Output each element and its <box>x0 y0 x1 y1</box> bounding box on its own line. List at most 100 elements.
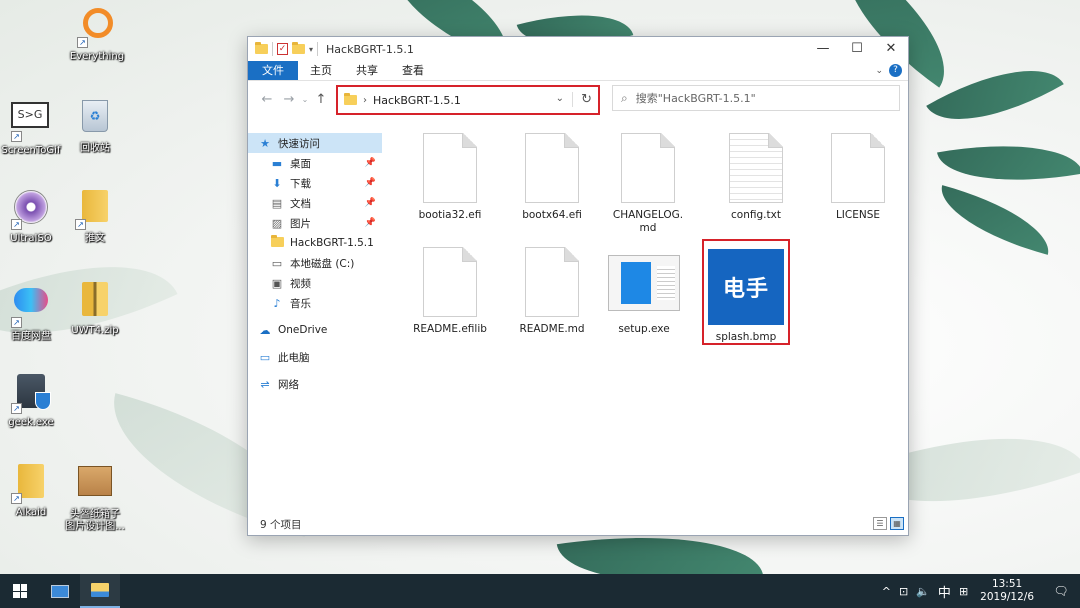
sidebar-item-onedrive[interactable]: ☁ OneDrive <box>248 320 382 340</box>
zip-folder-icon <box>82 282 108 316</box>
search-input[interactable]: ⌕ 搜索"HackBGRT-1.5.1" <box>612 85 900 111</box>
tab-share[interactable]: 共享 <box>344 61 390 80</box>
desktop-icon-label: Everything <box>69 51 125 62</box>
computer-icon: ▭ <box>259 350 271 364</box>
refresh-icon[interactable]: ↻ <box>572 92 592 107</box>
maximize-button[interactable]: ☐ <box>840 37 874 61</box>
taskbar-app-file-explorer[interactable] <box>80 574 120 608</box>
file-item-setup[interactable]: setup.exe <box>598 247 690 336</box>
explorer-pc-icon <box>51 584 69 598</box>
volume-icon[interactable]: 🔈 <box>916 585 930 598</box>
start-button[interactable] <box>0 574 40 608</box>
magnifier-orange-icon <box>83 8 113 38</box>
file-blank-icon <box>621 133 675 203</box>
pin-icon: 📌 <box>364 158 376 168</box>
tab-view[interactable]: 查看 <box>390 61 436 80</box>
download-arrow-icon: ⬇ <box>272 176 282 190</box>
up-arrow-icon[interactable]: ↑ <box>310 92 332 107</box>
desktop-icon-label: 百度网盘 <box>11 331 51 342</box>
sidebar-item-music[interactable]: ♪ 音乐 <box>248 293 382 313</box>
text-file-icon <box>729 133 783 203</box>
recycle-bin-icon: ♻ <box>82 100 108 132</box>
desktop-icon-everything[interactable]: ↗ Everything <box>66 6 128 63</box>
music-note-icon: ♪ <box>273 296 281 310</box>
box-icon <box>78 466 112 496</box>
ime-indicator[interactable]: 中 <box>938 582 951 601</box>
sidebar-item-downloads[interactable]: ⬇ 下载 📌 <box>248 173 382 193</box>
sidebar-item-pictures[interactable]: ▨ 图片 📌 <box>248 213 382 233</box>
sidebar-item-desktop[interactable]: ▬ 桌面 📌 <box>248 153 382 173</box>
video-icon: ▣ <box>271 276 283 290</box>
file-item-readme-md[interactable]: README.md <box>506 247 598 336</box>
sidebar-item-local-disk[interactable]: ▭ 本地磁盘 (C:) <box>248 253 382 273</box>
show-hidden-icons-icon[interactable]: ^ <box>882 585 891 598</box>
back-arrow-icon[interactable]: ← <box>256 92 278 107</box>
pin-icon: 📌 <box>364 198 376 208</box>
picture-icon: ▨ <box>271 216 283 230</box>
breadcrumb-chevron-icon[interactable]: › <box>363 95 367 106</box>
tab-home[interactable]: 主页 <box>298 61 344 80</box>
desktop-icon-label: geek.exe <box>8 417 54 428</box>
action-center-icon[interactable]: 🗨 <box>1046 584 1076 598</box>
file-item-splash[interactable]: 电手 splash.bmp <box>700 245 792 344</box>
splash-bmp-thumbnail: 电手 <box>708 249 784 325</box>
sidebar-item-documents[interactable]: ▤ 文档 📌 <box>248 193 382 213</box>
close-button[interactable]: ✕ <box>874 37 908 61</box>
details-view-icon[interactable]: ☰ <box>873 517 887 530</box>
sidebar-item-quick-access[interactable]: ★ 快速访问 <box>248 133 382 153</box>
document-icon: ▤ <box>271 196 283 210</box>
large-icons-view-icon[interactable]: ▦ <box>890 517 904 530</box>
expand-ribbon-icon[interactable]: ⌄ <box>875 66 883 76</box>
desktop-icon-screentogif[interactable]: S>G ↗ ScreenToGif <box>0 98 62 157</box>
desktop-icon-label: 头盔纸箱子 <box>70 509 120 520</box>
desktop-icon-label: ScreenToGif <box>1 145 61 156</box>
properties-icon[interactable]: ✓ <box>277 43 288 55</box>
navigation-pane[interactable]: ★ 快速访问 ▬ 桌面 📌 ⬇ 下载 📌 ▤ 文档 📌 ▨ 图片 📌 HackB… <box>248 133 382 513</box>
taskbar-app-this-pc[interactable] <box>40 574 80 608</box>
desktop-icon-baidu-netdisk[interactable]: ↗ 百度网盘 <box>0 280 62 343</box>
desktop-icon-recycle-bin[interactable]: ♻ 回收站 <box>64 98 126 155</box>
sidebar-item-network[interactable]: ⇌ 网络 <box>248 374 382 394</box>
title-bar[interactable]: ✓ ▾ HackBGRT-1.5.1 — ☐ ✕ <box>248 37 908 61</box>
recent-locations-icon[interactable]: ⌄ <box>300 95 310 104</box>
desktop-icon-tuiwen-folder[interactable]: ↗ 推文 <box>64 188 126 245</box>
file-item-bootia32[interactable]: bootia32.efi <box>404 133 496 222</box>
file-list[interactable]: bootia32.efi bootx64.efi CHANGELOG.md co… <box>394 133 894 513</box>
sidebar-item-videos[interactable]: ▣ 视频 <box>248 273 382 293</box>
address-dropdown-icon[interactable]: ⌄ <box>556 93 564 104</box>
desktop-icon-geek[interactable]: ↗ geek.exe <box>0 372 62 429</box>
screentogif-icon: S>G <box>11 102 49 128</box>
desktop-icon-label: 推文 <box>85 233 105 244</box>
forward-arrow-icon[interactable]: → <box>278 92 300 107</box>
shortcut-arrow-icon: ↗ <box>11 493 22 504</box>
address-bar[interactable]: › HackBGRT-1.5.1 ⌄ ↻ <box>336 85 600 115</box>
file-item-config[interactable]: config.txt <box>710 133 802 222</box>
clock[interactable]: 13:51 2019/12/6 <box>980 578 1034 604</box>
explorer-window[interactable]: ✓ ▾ HackBGRT-1.5.1 — ☐ ✕ 文件 主页 共享 查看 ⌄ ?… <box>247 36 909 536</box>
input-method-icon[interactable]: ⊞ <box>959 585 968 598</box>
new-folder-icon[interactable] <box>292 42 305 54</box>
file-item-readme-efilib[interactable]: README.efilib <box>404 247 496 336</box>
file-item-license[interactable]: LICENSE <box>812 133 904 222</box>
sidebar-item-this-pc[interactable]: ▭ 此电脑 <box>248 347 382 367</box>
desktop-icon-label: 回收站 <box>80 143 110 154</box>
ribbon-tabs: 文件 主页 共享 查看 ⌄ ? <box>248 61 908 81</box>
desktop-icon-ultraiso[interactable]: ↗ UltraISO <box>0 188 62 245</box>
network-icon: ⇌ <box>260 377 270 391</box>
customize-toolbar-icon[interactable]: ▾ <box>309 45 313 54</box>
tab-file[interactable]: 文件 <box>248 61 298 80</box>
desktop-icon-alkaid[interactable]: ↗ Alkaid <box>0 462 62 519</box>
pin-icon: 📌 <box>364 218 376 228</box>
desktop-icon-uwt4-zip[interactable]: UWT4.zip <box>64 280 126 337</box>
taskbar: ^ ⊡ 🔈 中 ⊞ 13:51 2019/12/6 🗨 <box>0 574 1080 608</box>
desktop-icon-box-design[interactable]: 头盔纸箱子 图片设计图... <box>64 462 126 533</box>
minimize-button[interactable]: — <box>806 37 840 61</box>
network-status-icon[interactable]: ⊡ <box>899 585 908 598</box>
file-item-bootx64[interactable]: bootx64.efi <box>506 133 598 222</box>
file-blank-icon <box>831 133 885 203</box>
file-blank-icon <box>423 247 477 317</box>
sidebar-item-hackbgrt[interactable]: HackBGRT-1.5.1 <box>248 233 382 253</box>
breadcrumb-current[interactable]: HackBGRT-1.5.1 <box>373 94 461 107</box>
file-item-changelog[interactable]: CHANGELOG.md <box>608 133 688 235</box>
help-icon[interactable]: ? <box>889 64 902 77</box>
